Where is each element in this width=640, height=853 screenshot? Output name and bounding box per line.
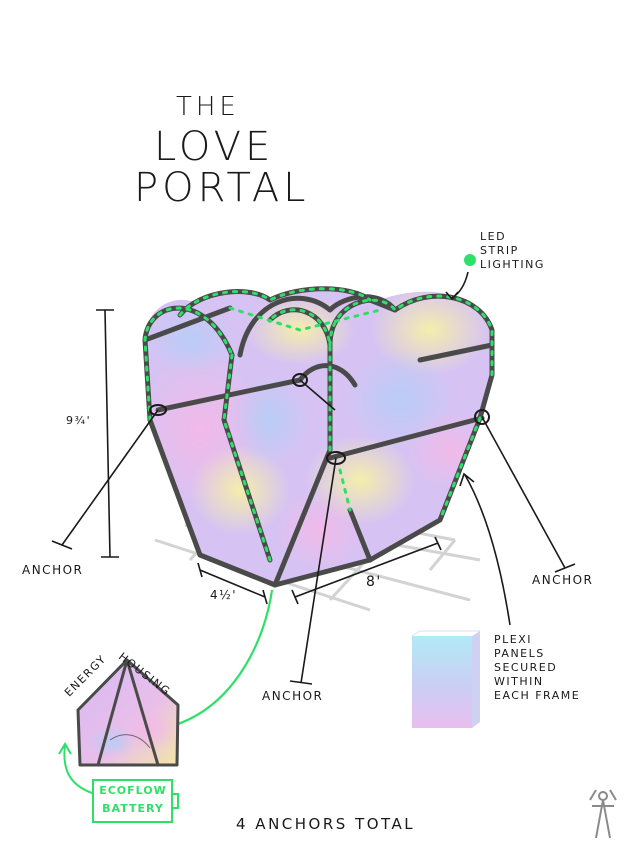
power-cable [174,589,274,727]
battery-label-line1: ECOFLOW [99,784,167,797]
plexi-label-line5: EACH FRAME [494,689,581,702]
led-label: LED STRIP LIGHTING [480,230,545,272]
battery-label: ECOFLOW BATTERY [97,782,169,818]
led-label-line1: LED [480,230,507,243]
figure-logo-icon [589,789,617,839]
green-dot-icon [464,254,476,266]
anchor-label-right: ANCHOR [532,573,594,587]
portal-illustration [51,254,617,839]
plexi-label-line4: WITHIN [494,675,544,688]
anchor-label-left: ANCHOR [22,563,84,577]
plexi-pointer-arrow [459,472,511,626]
diagram-canvas: THE LOVE PORTAL LED STRIP LIGHTING 9¾' 4… [0,0,640,853]
led-label-line3: LIGHTING [480,258,545,271]
led-pointer-arrow [445,271,469,301]
plexi-label-line1: PLEXI [494,633,532,646]
led-label-line2: STRIP [480,244,519,257]
battery-label-line2: BATTERY [102,802,164,815]
plexi-panel-sample [411,630,480,728]
footer-note: 4 ANCHORS TOTAL [236,815,416,833]
plexi-label: PLEXI PANELS SECURED WITHIN EACH FRAME [494,633,580,703]
plexi-label-line2: PANELS [494,647,545,660]
depth-label: 8' [366,574,382,590]
height-label: 9¾' [66,414,92,427]
width-label: 4½' [210,588,238,602]
plexi-label-line3: SECURED [494,661,558,674]
height-dimension [96,309,119,558]
anchor-label-center: ANCHOR [262,689,324,703]
